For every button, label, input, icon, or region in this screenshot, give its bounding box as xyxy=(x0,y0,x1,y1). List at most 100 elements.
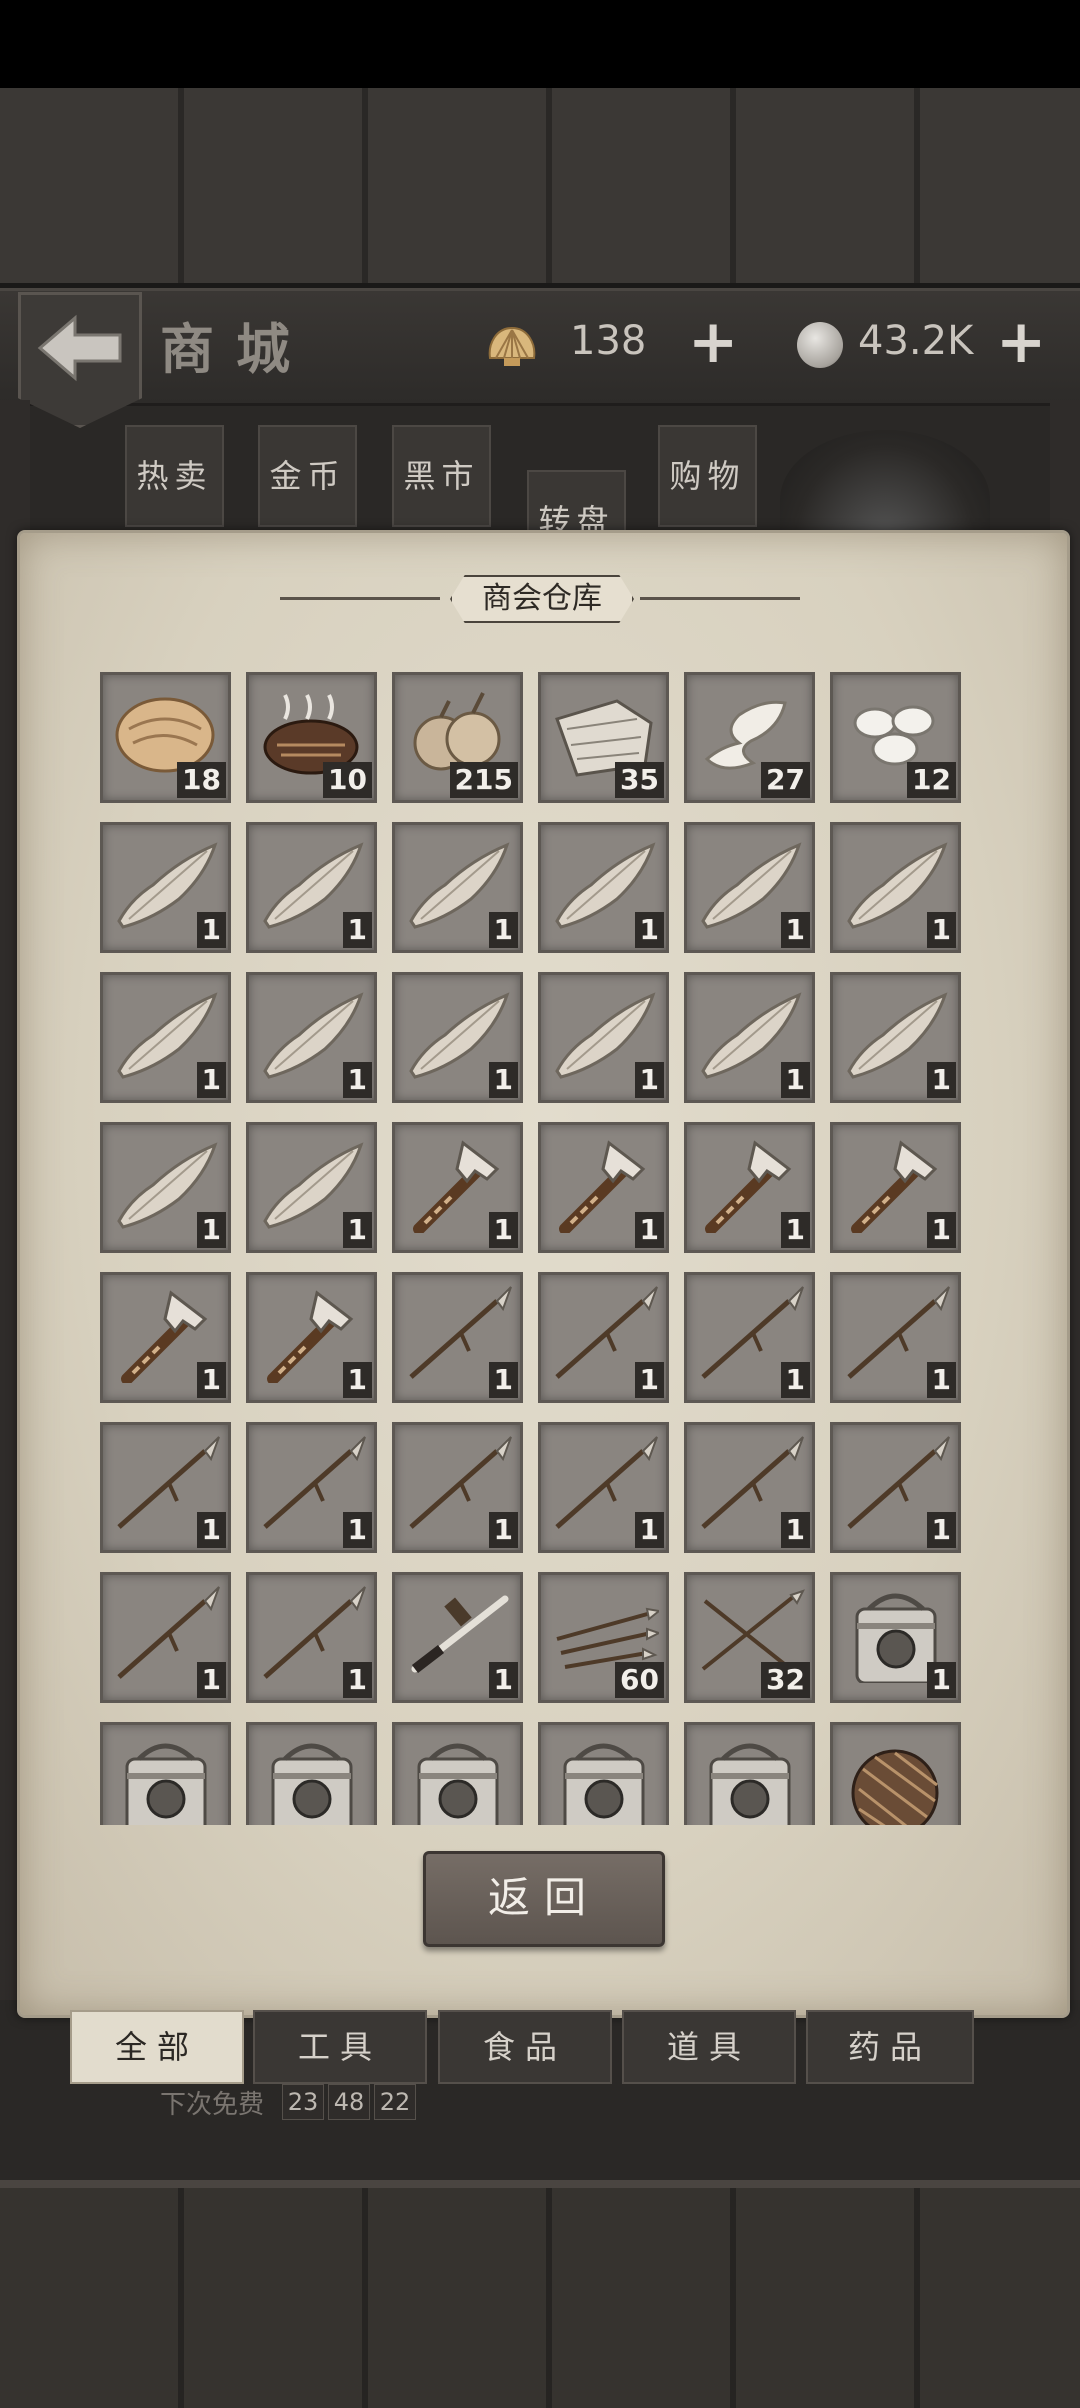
item-quantity: 1 xyxy=(488,1362,518,1398)
item-quantity: 1 xyxy=(342,912,372,948)
inventory-slot[interactable]: 1 xyxy=(830,972,961,1103)
inventory-slot[interactable]: 1 xyxy=(830,1122,961,1253)
shell-icon xyxy=(488,326,536,366)
tab-food[interactable]: 食品 xyxy=(438,2010,612,2084)
item-quantity: 1 xyxy=(780,1512,810,1548)
inventory-slot[interactable]: 1 xyxy=(684,972,815,1103)
inventory-slot[interactable]: 1 xyxy=(538,822,669,953)
tab-props[interactable]: 道具 xyxy=(622,2010,796,2084)
inventory-slot[interactable]: 1 xyxy=(830,1422,961,1553)
tab-all[interactable]: 全部 xyxy=(70,2010,244,2084)
inventory-slot[interactable] xyxy=(246,1722,377,1825)
item-quantity: 32 xyxy=(761,1662,810,1698)
inventory-slot[interactable]: 1 xyxy=(100,1422,231,1553)
inventory-slot[interactable]: 1 xyxy=(684,1122,815,1253)
inventory-slot[interactable] xyxy=(830,1722,961,1825)
free-timer-label: 下次免费 xyxy=(160,2090,265,2120)
tab-hot-sale[interactable]: 热卖 xyxy=(125,425,224,527)
item-quantity: 1 xyxy=(926,1212,956,1248)
inventory-slot[interactable]: 27 xyxy=(684,672,815,803)
inventory-slot[interactable]: 1 xyxy=(246,1422,377,1553)
inventory-slot[interactable]: 1 xyxy=(246,972,377,1103)
inventory-slot[interactable]: 18 xyxy=(100,672,231,803)
inventory-slot[interactable]: 1 xyxy=(246,822,377,953)
iron-box-icon xyxy=(271,1743,353,1825)
tab-tools[interactable]: 工具 xyxy=(253,2010,427,2084)
add-coin-button[interactable]: + xyxy=(996,312,1046,372)
wood-wall-top xyxy=(0,88,1080,289)
inventory-slot[interactable]: 1 xyxy=(392,1422,523,1553)
inventory-slot[interactable]: 1 xyxy=(246,1272,377,1403)
item-quantity: 1 xyxy=(488,1062,518,1098)
inventory-slot[interactable]: 1 xyxy=(392,1572,523,1703)
item-quantity: 1 xyxy=(488,912,518,948)
inventory-slot[interactable]: 1 xyxy=(830,1572,961,1703)
silver-coin-icon xyxy=(797,322,843,368)
timer-minutes: 48 xyxy=(328,2084,370,2120)
item-quantity: 215 xyxy=(449,762,518,798)
inventory-slot[interactable]: 32 xyxy=(684,1572,815,1703)
inventory-slot[interactable]: 1 xyxy=(538,1122,669,1253)
item-quantity: 1 xyxy=(926,1512,956,1548)
tab-gold[interactable]: 金币 xyxy=(258,425,357,527)
inventory-slot[interactable]: 1 xyxy=(538,972,669,1103)
item-quantity: 1 xyxy=(196,1062,226,1098)
item-quantity: 18 xyxy=(177,762,226,798)
shell-count: 138 xyxy=(570,318,647,364)
inventory-slot[interactable]: 35 xyxy=(538,672,669,803)
inventory-slot[interactable]: 1 xyxy=(392,1272,523,1403)
inventory-slot[interactable]: 1 xyxy=(684,1272,815,1403)
inventory-slot[interactable]: 1 xyxy=(830,1272,961,1403)
item-quantity: 10 xyxy=(323,762,372,798)
title-ornament-right xyxy=(640,597,800,600)
timer-hours: 23 xyxy=(282,2084,324,2120)
inventory-grid: 18 10 215 35 27 12 1 1 1 1 1 1 1 1 1 1 1 1 1 1 1 1 1 1 1 1 1 1 1 1 1 1 1… xyxy=(98,670,970,1825)
item-quantity: 1 xyxy=(926,1662,956,1698)
inventory-slot[interactable]: 1 xyxy=(246,1572,377,1703)
back-button[interactable] xyxy=(18,292,142,428)
inventory-slot[interactable]: 1 xyxy=(392,972,523,1103)
add-shell-button[interactable]: + xyxy=(688,312,738,372)
inventory-slot[interactable]: 1 xyxy=(538,1272,669,1403)
inventory-slot[interactable]: 1 xyxy=(100,1272,231,1403)
timer-seconds: 22 xyxy=(374,2084,416,2120)
inventory-slot[interactable] xyxy=(684,1722,815,1825)
item-quantity: 1 xyxy=(634,912,664,948)
item-quantity: 1 xyxy=(634,1212,664,1248)
inventory-slot[interactable]: 1 xyxy=(684,822,815,953)
inventory-slot[interactable]: 1 xyxy=(684,1422,815,1553)
inventory-slot[interactable]: 1 xyxy=(246,1122,377,1253)
inventory-slot[interactable]: 1 xyxy=(100,972,231,1103)
inventory-slot[interactable]: 1 xyxy=(392,822,523,953)
title-ornament-left xyxy=(280,597,440,600)
inventory-slot[interactable]: 215 xyxy=(392,672,523,803)
item-quantity: 1 xyxy=(926,1062,956,1098)
inventory-slot[interactable]: 1 xyxy=(830,822,961,953)
tab-shopping[interactable]: 购物 xyxy=(658,425,757,527)
page-title: 商城 xyxy=(160,317,312,381)
inventory-slot[interactable]: 1 xyxy=(100,1572,231,1703)
tab-medicine[interactable]: 药品 xyxy=(806,2010,974,2084)
inventory-slot[interactable] xyxy=(100,1722,231,1825)
inventory-slot[interactable]: 1 xyxy=(538,1422,669,1553)
status-bar xyxy=(0,0,1080,88)
inventory-slot[interactable]: 12 xyxy=(830,672,961,803)
item-quantity: 1 xyxy=(342,1662,372,1698)
iron-box-icon xyxy=(417,1743,499,1825)
inventory-slot[interactable]: 60 xyxy=(538,1572,669,1703)
iron-box-icon xyxy=(125,1743,207,1825)
inventory-slot[interactable]: 10 xyxy=(246,672,377,803)
item-quantity: 1 xyxy=(926,1362,956,1398)
inventory-slot[interactable] xyxy=(538,1722,669,1825)
inventory-slot[interactable]: 1 xyxy=(392,1122,523,1253)
item-quantity: 27 xyxy=(761,762,810,798)
inventory-slot[interactable]: 1 xyxy=(100,822,231,953)
inventory-slot[interactable] xyxy=(392,1722,523,1825)
item-quantity: 1 xyxy=(196,1662,226,1698)
inventory-slot[interactable]: 1 xyxy=(100,1122,231,1253)
item-quantity: 1 xyxy=(196,1512,226,1548)
return-button[interactable]: 返回 xyxy=(423,1851,665,1947)
item-quantity: 1 xyxy=(342,1212,372,1248)
tab-black-market[interactable]: 黑市 xyxy=(392,425,491,527)
item-quantity: 1 xyxy=(196,1212,226,1248)
